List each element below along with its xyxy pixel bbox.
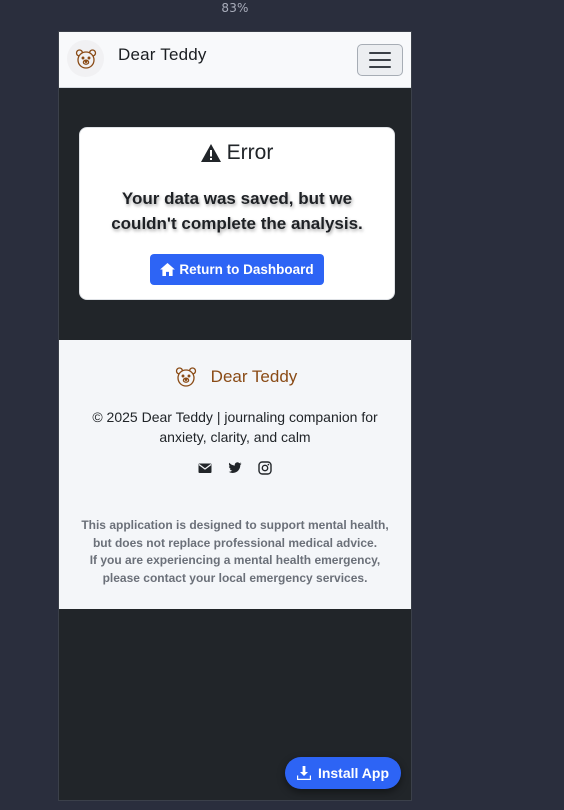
install-app-label: Install App <box>317 765 389 781</box>
footer-brand-name: Dear Teddy <box>210 367 298 386</box>
error-card: Error Your data was saved, but we couldn… <box>79 127 395 300</box>
top-navbar: Dear Teddy <box>59 32 411 88</box>
download-icon <box>296 766 311 780</box>
teddy-bear-icon <box>173 364 199 390</box>
teddy-bear-icon <box>67 40 104 77</box>
main-content: Error Your data was saved, but we couldn… <box>59 88 411 340</box>
warning-triangle-icon <box>200 144 221 162</box>
page-bottom: Install App <box>59 609 411 800</box>
error-title: Error <box>226 141 274 164</box>
instagram-icon[interactable] <box>258 461 272 475</box>
disclaimer-line-1: This application is designed to support … <box>81 518 389 550</box>
footer: Dear Teddy © 2025 Dear Teddy | journalin… <box>59 340 411 609</box>
menu-toggle-button[interactable] <box>357 44 403 76</box>
app-viewport: Dear Teddy Error Your data was saved, bu… <box>58 31 412 801</box>
hamburger-menu-icon <box>369 52 391 54</box>
copyright-text: © 2025 Dear Teddy | journaling companion… <box>92 409 378 445</box>
twitter-icon[interactable] <box>228 461 242 475</box>
social-links <box>59 461 411 475</box>
medical-disclaimer: This application is designed to support … <box>73 517 397 587</box>
home-icon <box>160 263 176 276</box>
error-message: Your data was saved, but we couldn't com… <box>111 189 363 233</box>
brand-link[interactable]: Dear Teddy <box>67 40 207 77</box>
zoom-level: 83% <box>221 1 249 15</box>
envelope-icon[interactable] <box>198 461 212 475</box>
return-to-dashboard-button[interactable]: Return to Dashboard <box>150 254 324 285</box>
install-app-button[interactable]: Install App <box>284 757 401 789</box>
brand-name: Dear Teddy <box>118 44 207 64</box>
footer-brand: Dear Teddy <box>59 340 411 390</box>
disclaimer-line-2: If you are experiencing a mental health … <box>89 553 381 585</box>
error-heading: Error <box>80 140 394 166</box>
return-to-dashboard-label: Return to Dashboard <box>179 262 314 277</box>
